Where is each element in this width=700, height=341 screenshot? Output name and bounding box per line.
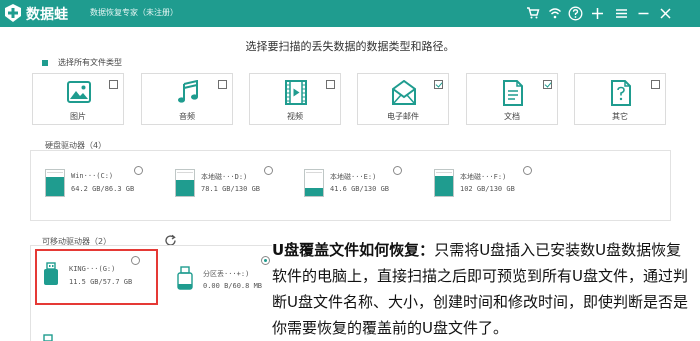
overlay-heading: U盘覆盖文件如何恢复： xyxy=(272,241,435,259)
file-type-other-checkbox[interactable] xyxy=(651,80,660,89)
select-all-types[interactable]: 选择所有文件类型 xyxy=(42,57,122,68)
usb-drive-icon xyxy=(177,266,193,290)
hard-drive-e-radio[interactable] xyxy=(393,166,402,175)
music-icon xyxy=(178,80,198,103)
minimize-icon[interactable] xyxy=(634,4,652,22)
select-all-label: 选择所有文件类型 xyxy=(58,58,122,67)
close-icon[interactable] xyxy=(656,4,674,22)
file-type-image-label: 图片 xyxy=(70,112,86,121)
document-icon xyxy=(503,80,523,106)
hard-drive-e-icon xyxy=(304,169,324,197)
help-icon[interactable] xyxy=(566,4,584,22)
scan-prompt: 选择要扫描的丢失数据的数据类型和路径。 xyxy=(245,40,455,53)
removable-drive-partition-name: 分区丢···+:) xyxy=(203,270,250,278)
hard-drive-c-icon xyxy=(45,169,65,197)
hard-drive-e-size: 41.6 GB/130 GB xyxy=(330,185,390,193)
hard-drive-f-size: 102 GB/130 GB xyxy=(460,185,515,193)
hard-drives-panel: Win···(C:) 64.2 GB/86.3 GB 本地磁···D:) 78.… xyxy=(30,150,671,221)
hard-drive-c-usage xyxy=(46,176,64,196)
highlight-box xyxy=(35,249,158,305)
hard-drive-f-usage xyxy=(435,175,453,196)
plus-icon[interactable] xyxy=(588,4,606,22)
select-all-checkbox[interactable] xyxy=(42,59,48,66)
hard-drive-c-radio[interactable] xyxy=(134,166,143,175)
app-logo-icon xyxy=(5,4,21,22)
hard-drive-d-usage xyxy=(176,180,194,196)
file-type-document-checkbox[interactable] xyxy=(543,80,552,89)
app-subtitle: 数据恢复专家（未注册） xyxy=(90,8,178,17)
file-type-document[interactable]: 文档 xyxy=(466,73,558,125)
app-name: 数据蛙 xyxy=(26,7,68,23)
hard-drive-e-usage xyxy=(305,187,323,196)
file-type-image-checkbox[interactable] xyxy=(109,80,118,89)
hard-drive-f-icon xyxy=(434,169,454,197)
file-type-image[interactable]: 图片 xyxy=(32,73,124,125)
mail-icon xyxy=(392,80,416,105)
removable-drive-partition-radio[interactable] xyxy=(261,256,270,265)
other-icon xyxy=(611,80,631,106)
file-type-audio-label: 音频 xyxy=(179,112,195,121)
hard-drive-f-radio[interactable] xyxy=(523,166,532,175)
file-type-email-checkbox[interactable] xyxy=(434,80,443,89)
removable-drive-partition-size: 0.00 B/60.8 MB xyxy=(203,282,263,290)
article-overlay: U盘覆盖文件如何恢复：只需将U盘插入已安装数U盘数据恢复软件的电脑上，直接扫描之… xyxy=(272,237,690,341)
wifi-icon[interactable] xyxy=(546,4,564,22)
hard-drive-e-name: 本地磁···E:) xyxy=(330,173,377,181)
image-icon xyxy=(67,81,91,103)
file-type-other[interactable]: 其它 xyxy=(574,73,666,125)
hard-drive-c-size: 64.2 GB/86.3 GB xyxy=(71,185,135,193)
file-type-audio[interactable]: 音频 xyxy=(141,73,233,125)
usb-drive-icon xyxy=(43,334,53,341)
hard-drive-d-radio[interactable] xyxy=(264,166,273,175)
hard-drive-d-icon xyxy=(175,169,195,197)
video-icon xyxy=(285,80,307,105)
file-type-video[interactable]: 视频 xyxy=(249,73,341,125)
file-type-email[interactable]: 电子邮件 xyxy=(357,73,449,125)
hard-drive-c-name: Win···(C:) xyxy=(71,172,114,180)
file-type-other-label: 其它 xyxy=(612,112,628,121)
cart-icon[interactable] xyxy=(524,4,542,22)
file-type-audio-checkbox[interactable] xyxy=(218,80,227,89)
file-type-email-label: 电子邮件 xyxy=(387,112,419,121)
file-type-video-label: 视频 xyxy=(287,112,303,121)
title-bar: 数据蛙 数据恢复专家（未注册） xyxy=(0,0,700,27)
hard-drive-f-name: 本地磁···F:) xyxy=(460,173,507,181)
file-type-document-label: 文档 xyxy=(504,112,520,121)
menu-icon[interactable] xyxy=(612,4,630,22)
file-type-video-checkbox[interactable] xyxy=(326,80,335,89)
hard-drive-d-name: 本地磁···D:) xyxy=(201,173,248,181)
hard-drive-d-size: 78.1 GB/130 GB xyxy=(201,185,261,193)
